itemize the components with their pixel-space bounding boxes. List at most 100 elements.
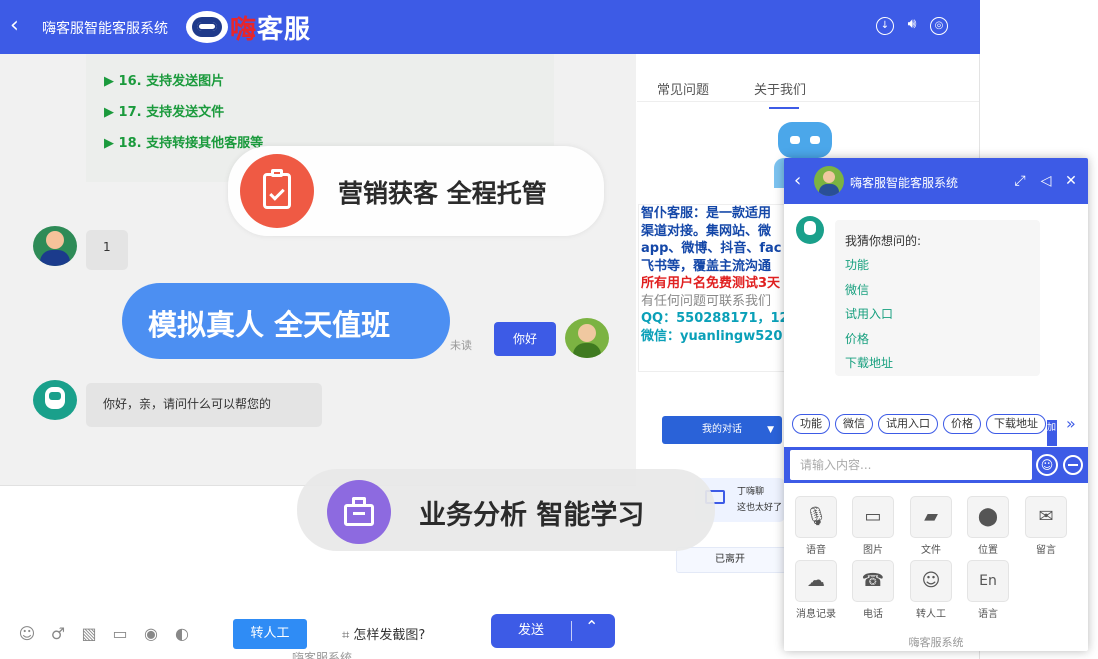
volume-icon[interactable]: ◁ bbox=[1037, 172, 1055, 190]
brand-logo: 嗨客服 bbox=[186, 8, 326, 46]
footer-brand: 嗨客服系统 bbox=[292, 651, 353, 659]
intro-line: 智仆客服：是一款适用 bbox=[641, 206, 772, 221]
tab-about-us[interactable]: 关于我们 bbox=[754, 79, 806, 98]
suggestion-link[interactable]: 试用入口 bbox=[845, 305, 893, 322]
fullscreen-icon[interactable]: ⤢ bbox=[1011, 172, 1029, 190]
preview-name: 丁嗨聊 bbox=[737, 487, 765, 497]
quick-chip[interactable]: 价格 bbox=[943, 414, 981, 434]
promo-text: 模拟真人 全天值班 bbox=[148, 308, 391, 342]
action-leave-message[interactable]: ✉ 留言 bbox=[1024, 496, 1068, 556]
collapse-icon[interactable] bbox=[1063, 455, 1083, 475]
preview-message: 这也太好了 bbox=[737, 503, 783, 513]
location-icon: ⬤ bbox=[967, 496, 1009, 538]
chat-widget: ‹ 嗨客服智能客服系统 ⤢ ◁ ✕ 我猜你想问的: 功能 微信 试用入口 价格 … bbox=[784, 158, 1088, 651]
folder-icon[interactable]: ▭ bbox=[109, 624, 131, 644]
cloud-download-icon: ☁ bbox=[795, 560, 837, 602]
intro-line: QQ：550288171，122 bbox=[641, 311, 788, 326]
suggestion-card: 我猜你想问的: 功能 微信 试用入口 价格 下载地址 bbox=[835, 220, 1040, 376]
language-icon: En bbox=[967, 560, 1009, 602]
my-conversations-button[interactable]: 我的对话 ▼ bbox=[662, 416, 782, 444]
about-intro: 智仆客服：是一款适用 渠道对接。集网站、微 app、微博、抖音、fac 飞书等，… bbox=[638, 204, 788, 372]
quick-chip[interactable]: 下载地址 bbox=[986, 414, 1046, 434]
suggestion-link[interactable]: 下载地址 bbox=[845, 354, 893, 371]
widget-input-bar: ☺ bbox=[784, 447, 1088, 483]
action-image[interactable]: ▭ 图片 bbox=[851, 496, 895, 556]
suggestion-link[interactable]: 微信 bbox=[845, 281, 869, 298]
send-button[interactable]: 发送 ⌃ bbox=[491, 614, 615, 648]
intro-line: 飞书等，覆盖主流沟通 bbox=[641, 258, 772, 274]
promo-text: 业务分析 智能学习 bbox=[419, 500, 645, 531]
user-message: 你好 bbox=[494, 322, 556, 356]
microphone-icon[interactable]: ♂ bbox=[47, 624, 69, 644]
screenshot-help-text: 怎样发截图? bbox=[353, 628, 426, 643]
suggestion-link[interactable]: 功能 bbox=[845, 256, 869, 273]
image-icon[interactable]: ▧ bbox=[78, 624, 100, 644]
feature-item: ▶ 16. 支持发送图片 bbox=[104, 74, 225, 89]
image-icon: ▭ bbox=[852, 496, 894, 538]
logo-text-red: 嗨 bbox=[230, 15, 258, 45]
quick-reply-chips: 功能 微信 试用入口 价格 下载地址 bbox=[792, 414, 1046, 434]
widget-footer: 嗨客服系统 bbox=[908, 636, 964, 649]
chat-icon[interactable]: ◐ bbox=[171, 624, 193, 644]
phone-icon: ☎ bbox=[852, 560, 894, 602]
emoji-icon[interactable]: ☺ bbox=[16, 624, 38, 644]
away-status[interactable]: 已离开 bbox=[676, 547, 786, 573]
logo-text: 客服 bbox=[257, 15, 312, 45]
bot-message: 你好，亲，请问什么可以帮您的 bbox=[86, 383, 322, 427]
download-icon[interactable]: ↓ bbox=[876, 17, 894, 35]
composer-tools: ☺ ♂ ▧ ▭ ◉ ◐ bbox=[16, 624, 193, 644]
quick-chip[interactable]: 微信 bbox=[835, 414, 873, 434]
back-icon[interactable]: ‹ bbox=[10, 13, 30, 39]
header-icons: ↓ 🔊︎ ◎ bbox=[876, 17, 948, 35]
microphone-icon: 🎙 bbox=[795, 496, 837, 538]
briefcase-icon bbox=[327, 480, 391, 544]
location-icon[interactable]: ◉ bbox=[140, 624, 162, 644]
chevron-up-icon[interactable]: ⌃ bbox=[585, 617, 598, 636]
app-title: 嗨客服智能客服系统 bbox=[42, 21, 168, 37]
quick-chip[interactable]: 试用入口 bbox=[878, 414, 938, 434]
intro-line: app、微博、抖音、fac bbox=[641, 241, 782, 256]
read-status: 未读 bbox=[450, 339, 472, 352]
tab-faq[interactable]: 常见问题 bbox=[657, 79, 709, 98]
my-conversations-label: 我的对话 bbox=[702, 424, 742, 435]
promo-text: 营销获客 全程托管 bbox=[338, 179, 547, 208]
globe-icon[interactable]: ◎ bbox=[930, 17, 948, 35]
user-avatar bbox=[565, 318, 609, 358]
intro-line: 所有用户名免费测试3天 bbox=[641, 276, 781, 291]
quick-chip[interactable]: 功能 bbox=[792, 414, 830, 434]
action-phone[interactable]: ☎ 电话 bbox=[851, 560, 895, 620]
app-header: ‹ 嗨客服智能客服系统 嗨客服 ↓ 🔊︎ ◎ bbox=[0, 0, 980, 54]
volume-icon[interactable]: 🔊︎ bbox=[903, 17, 921, 35]
emoji-icon[interactable]: ☺ bbox=[1036, 454, 1058, 476]
intro-line: 微信：yuanlingw520 bbox=[641, 328, 783, 344]
folder-icon: ▰ bbox=[910, 496, 952, 538]
intro-line: 渠道对接。集网站、微 bbox=[641, 223, 772, 239]
clipboard-icon bbox=[240, 154, 314, 228]
screenshot-help-link[interactable]: ⌗ 怎样发截图? bbox=[342, 624, 425, 643]
widget-header: ‹ 嗨客服智能客服系统 ⤢ ◁ ✕ bbox=[784, 158, 1088, 204]
action-file[interactable]: ▰ 文件 bbox=[909, 496, 953, 556]
action-voice[interactable]: 🎙 语音 bbox=[794, 496, 838, 556]
message-input[interactable] bbox=[790, 450, 1032, 480]
transfer-to-human-button[interactable]: 转人工 bbox=[233, 619, 307, 649]
caret-down-icon: ▼ bbox=[767, 425, 774, 435]
logo-mark-icon bbox=[186, 11, 228, 43]
intro-line: 有任何问题可联系我们 bbox=[641, 293, 772, 309]
more-chips-icon[interactable]: » bbox=[1066, 414, 1076, 433]
chevron-left-icon[interactable]: ‹ bbox=[794, 170, 801, 191]
bot-avatar bbox=[796, 216, 824, 244]
chip-overflow[interactable]: 加 bbox=[1047, 420, 1057, 446]
close-icon[interactable]: ✕ bbox=[1062, 172, 1080, 190]
active-tab-indicator bbox=[769, 107, 799, 109]
action-location[interactable]: ⬤ 位置 bbox=[966, 496, 1010, 556]
feature-item: ▶ 17. 支持发送文件 bbox=[104, 105, 225, 120]
action-history[interactable]: ☁ 消息记录 bbox=[794, 560, 838, 620]
away-label: 已离开 bbox=[715, 554, 745, 565]
action-language[interactable]: En 语言 bbox=[966, 560, 1010, 620]
widget-title: 嗨客服智能客服系统 bbox=[850, 176, 959, 190]
suggestion-link[interactable]: 价格 bbox=[845, 330, 869, 347]
action-transfer-human[interactable]: ☺ 转人工 bbox=[909, 560, 953, 620]
promo-pill-virtual-agent: 模拟真人 全天值班 bbox=[122, 283, 450, 359]
headset-icon: ☺ bbox=[910, 560, 952, 602]
crop-icon: ⌗ bbox=[342, 628, 350, 643]
